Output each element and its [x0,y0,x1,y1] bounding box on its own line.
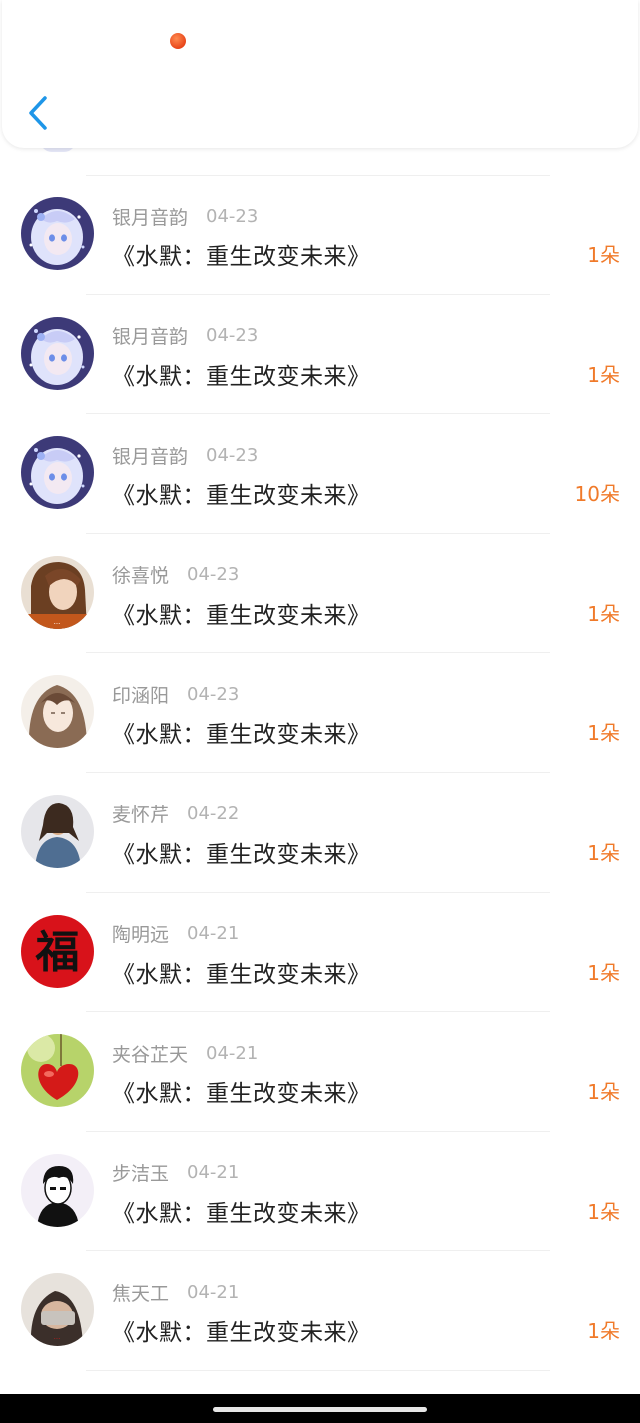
record-meta: 夹谷芷天 04-21 [112,1040,258,1066]
record-date: 04-23 [206,444,259,466]
chevron-left-icon [29,96,47,130]
user-name[interactable]: 徐喜悦 [112,561,169,588]
record-meta: 徐喜悦 04-23 [112,562,239,588]
record-meta: 陶明远 04-21 [112,921,239,947]
avatar[interactable] [21,1153,94,1227]
flower-count: 1朵 [587,840,620,865]
user-name[interactable]: 银月音韵 [112,322,188,349]
user-name[interactable]: 银月音韵 [112,442,188,469]
avatar[interactable]: ... [21,555,94,629]
user-name[interactable]: 步洁玉 [112,1159,169,1186]
list-item[interactable]: 银月音韵 04-23 《水默：重生改变未来》 10朵 [0,414,640,534]
user-name[interactable]: 焦天工 [112,1279,169,1306]
record-date: 04-21 [206,1042,259,1064]
record-date: 04-23 [187,564,240,586]
book-title[interactable]: 《水默：重生改变未来》 [112,715,371,749]
book-title[interactable]: 《水默：重生改变未来》 [112,1313,371,1347]
list-item[interactable]: 福 陶明远 04-21 《水默：重生改变未来》 1朵 [0,893,640,1013]
record-date: 04-21 [187,923,240,945]
flower-count: 1朵 [587,721,620,746]
svg-text:...: ... [54,617,61,626]
list-item[interactable]: 银月音韵 04-23 《水默：重生改变未来》 1朵 [0,175,640,295]
list-item[interactable]: 夹谷芷天 04-21 《水默：重生改变未来》 1朵 [0,1012,640,1132]
flower-count: 1朵 [587,1319,620,1344]
top-bar [2,0,638,148]
avatar[interactable] [21,1034,94,1108]
record-meta: 银月音韵 04-23 [112,442,258,468]
user-name[interactable]: 夹谷芷天 [112,1040,188,1067]
svg-text:...: ... [54,1332,61,1341]
back-button[interactable] [20,92,56,134]
avatar[interactable] [21,197,94,270]
svg-text:福: 福 [35,927,80,978]
record-date: 04-21 [187,1162,240,1184]
avatar[interactable]: ... [21,1273,94,1347]
notification-dot-icon [170,33,186,49]
book-title[interactable]: 《水默：重生改变未来》 [112,357,371,391]
book-title[interactable]: 《水默：重生改变未来》 [112,955,371,989]
record-meta: 印涵阳 04-23 [112,681,239,707]
flower-count: 1朵 [587,362,620,387]
book-title[interactable]: 《水默：重生改变未来》 [112,1074,371,1108]
book-title[interactable]: 《水默：重生改变未来》 [112,237,371,271]
avatar[interactable] [21,675,94,749]
avatar[interactable]: 福 [21,914,94,988]
home-indicator[interactable] [213,1407,427,1412]
list-item[interactable]: 步洁玉 04-21 《水默：重生改变未来》 1朵 [0,1132,640,1252]
user-name[interactable]: 麦怀芹 [112,800,169,827]
avatar[interactable] [21,316,94,390]
record-date: 04-22 [187,803,240,825]
list-item[interactable]: 麦怀芹 04-22 《水默：重生改变未来》 1朵 [0,773,640,893]
avatar[interactable] [21,436,94,510]
flower-count: 1朵 [587,1199,620,1224]
avatar[interactable] [21,794,94,868]
flower-count: 1朵 [587,1080,620,1105]
record-meta: 焦天工 04-21 [112,1279,239,1305]
gift-record-list: 银月音韵 04-23 《水默：重生改变未来》 1朵 银月音韵 04-23 《水默… [0,140,640,1371]
flower-count: 1朵 [587,960,620,985]
flower-count: 1朵 [587,601,620,626]
list-item[interactable]: ... 焦天工 04-21 《水默：重生改变未来》 1朵 [0,1251,640,1371]
book-title[interactable]: 《水默：重生改变未来》 [112,835,371,869]
list-item[interactable]: 银月音韵 04-23 《水默：重生改变未来》 1朵 [0,295,640,415]
book-title[interactable]: 《水默：重生改变未来》 [112,476,371,510]
record-meta: 麦怀芹 04-22 [112,801,239,827]
user-name[interactable]: 印涵阳 [112,681,169,708]
flower-count: 10朵 [574,482,620,507]
list-item[interactable]: 印涵阳 04-23 《水默：重生改变未来》 1朵 [0,653,640,773]
user-name[interactable]: 陶明远 [112,920,169,947]
record-date: 04-23 [187,683,240,705]
flower-count: 1朵 [587,243,620,267]
user-name[interactable]: 银月音韵 [112,203,188,230]
record-date: 04-21 [187,1281,240,1303]
list-item[interactable]: ... 徐喜悦 04-23 《水默：重生改变未来》 1朵 [0,534,640,654]
book-title[interactable]: 《水默：重生改变未来》 [112,1194,371,1228]
book-title[interactable]: 《水默：重生改变未来》 [112,596,371,630]
record-date: 04-23 [206,325,259,347]
navigation-bar [0,1394,640,1423]
record-date: 04-23 [206,205,259,227]
record-meta: 银月音韵 04-23 [112,323,258,349]
record-meta: 步洁玉 04-21 [112,1160,239,1186]
record-meta: 银月音韵 04-23 [112,203,258,229]
